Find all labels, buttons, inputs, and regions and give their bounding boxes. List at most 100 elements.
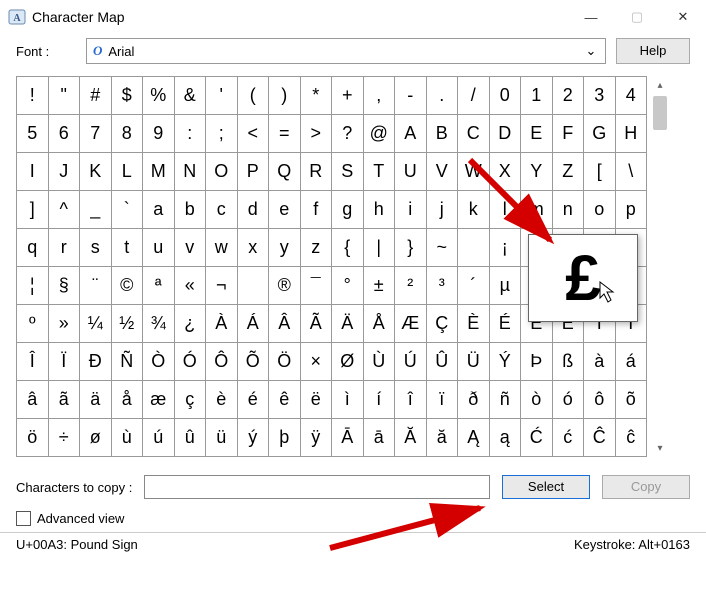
grid-cell[interactable]: o <box>584 191 616 229</box>
grid-cell[interactable]: í <box>364 381 396 419</box>
grid-cell[interactable]: Ð <box>80 343 112 381</box>
grid-cell[interactable]: ª <box>143 267 175 305</box>
grid-cell[interactable]: Ò <box>143 343 175 381</box>
grid-cell[interactable]: Ú <box>395 343 427 381</box>
grid-cell[interactable]: µ <box>490 267 522 305</box>
grid-cell[interactable]: [ <box>584 153 616 191</box>
grid-cell[interactable]: % <box>143 77 175 115</box>
grid-cell[interactable]: Æ <box>395 305 427 343</box>
grid-cell[interactable]: ÿ <box>301 419 333 457</box>
grid-cell[interactable]: ¬ <box>206 267 238 305</box>
grid-cell[interactable]: Ĉ <box>584 419 616 457</box>
grid-cell[interactable]: Ñ <box>112 343 144 381</box>
grid-cell[interactable]: Û <box>427 343 459 381</box>
scroll-up-icon[interactable]: ▴ <box>651 76 669 94</box>
grid-cell[interactable]: 7 <box>80 115 112 153</box>
grid-cell[interactable]: © <box>112 267 144 305</box>
grid-cell[interactable]: > <box>301 115 333 153</box>
grid-cell[interactable]: z <box>301 229 333 267</box>
grid-cell[interactable]: m <box>521 191 553 229</box>
grid-cell[interactable]: - <box>395 77 427 115</box>
grid-cell[interactable]: O <box>206 153 238 191</box>
grid-cell[interactable]: ¨ <box>80 267 112 305</box>
grid-cell[interactable]: ¾ <box>143 305 175 343</box>
grid-cell[interactable]: ² <box>395 267 427 305</box>
grid-cell[interactable]: É <box>490 305 522 343</box>
grid-cell[interactable]: ? <box>332 115 364 153</box>
grid-cell[interactable]: Î <box>17 343 49 381</box>
grid-cell[interactable]: ð <box>458 381 490 419</box>
grid-cell[interactable]: y <box>269 229 301 267</box>
grid-cell[interactable]: q <box>17 229 49 267</box>
grid-cell[interactable]: N <box>175 153 207 191</box>
grid-cell[interactable]: ½ <box>112 305 144 343</box>
grid-cell[interactable]: Ï <box>49 343 81 381</box>
grid-cell[interactable]: ā <box>364 419 396 457</box>
grid-cell[interactable]: ô <box>584 381 616 419</box>
grid-cell[interactable]: Ù <box>364 343 396 381</box>
grid-cell[interactable]: I <box>17 153 49 191</box>
grid-cell[interactable] <box>458 229 490 267</box>
grid-cell[interactable]: ) <box>269 77 301 115</box>
grid-cell[interactable]: J <box>49 153 81 191</box>
grid-cell[interactable]: õ <box>616 381 648 419</box>
grid-cell[interactable]: Ô <box>206 343 238 381</box>
grid-cell[interactable]: È <box>458 305 490 343</box>
grid-cell[interactable]: ó <box>553 381 585 419</box>
close-button[interactable]: ✕ <box>660 0 706 34</box>
grid-cell[interactable]: V <box>427 153 459 191</box>
grid-cell[interactable]: ä <box>80 381 112 419</box>
grid-cell[interactable]: Ă <box>395 419 427 457</box>
grid-cell[interactable]: â <box>17 381 49 419</box>
font-select[interactable]: O Arial ⌄ <box>86 38 606 64</box>
grid-cell[interactable]: é <box>238 381 270 419</box>
grid-cell[interactable]: Ç <box>427 305 459 343</box>
grid-cell[interactable]: c <box>206 191 238 229</box>
grid-cell[interactable]: u <box>143 229 175 267</box>
scroll-down-icon[interactable]: ▾ <box>651 439 669 457</box>
grid-cell[interactable]: S <box>332 153 364 191</box>
grid-cell[interactable]: r <box>49 229 81 267</box>
grid-cell[interactable]: / <box>458 77 490 115</box>
grid-cell[interactable]: i <box>395 191 427 229</box>
grid-cell[interactable]: ì <box>332 381 364 419</box>
grid-cell[interactable]: g <box>332 191 364 229</box>
grid-cell[interactable]: » <box>49 305 81 343</box>
grid-cell[interactable]: î <box>395 381 427 419</box>
grid-cell[interactable]: Ã <box>301 305 333 343</box>
grid-cell[interactable]: Q <box>269 153 301 191</box>
grid-cell[interactable]: l <box>490 191 522 229</box>
grid-cell[interactable]: ã <box>49 381 81 419</box>
grid-cell[interactable]: ! <box>17 77 49 115</box>
grid-cell[interactable]: ï <box>427 381 459 419</box>
grid-cell[interactable]: ą <box>490 419 522 457</box>
grid-cell[interactable]: ß <box>553 343 585 381</box>
grid-cell[interactable]: H <box>616 115 648 153</box>
grid-cell[interactable]: ç <box>175 381 207 419</box>
grid-cell[interactable]: Z <box>553 153 585 191</box>
grid-cell[interactable]: ć <box>553 419 585 457</box>
grid-cell[interactable]: D <box>490 115 522 153</box>
grid-cell[interactable]: } <box>395 229 427 267</box>
grid-cell[interactable]: # <box>80 77 112 115</box>
grid-cell[interactable]: v <box>175 229 207 267</box>
grid-cell[interactable]: À <box>206 305 238 343</box>
grid-cell[interactable]: P <box>238 153 270 191</box>
grid-cell[interactable]: Ö <box>269 343 301 381</box>
grid-cell[interactable]: ú <box>143 419 175 457</box>
grid-cell[interactable]: A <box>395 115 427 153</box>
grid-cell[interactable]: Ý <box>490 343 522 381</box>
grid-cell[interactable]: 0 <box>490 77 522 115</box>
grid-cell[interactable]: ø <box>80 419 112 457</box>
grid-cell[interactable]: Y <box>521 153 553 191</box>
grid-cell[interactable]: ¡ <box>490 229 522 267</box>
grid-cell[interactable]: ¯ <box>301 267 333 305</box>
grid-cell[interactable]: \ <box>616 153 648 191</box>
grid-cell[interactable]: T <box>364 153 396 191</box>
grid-cell[interactable]: Å <box>364 305 396 343</box>
grid-cell[interactable]: | <box>364 229 396 267</box>
grid-cell[interactable]: ; <box>206 115 238 153</box>
select-button[interactable]: Select <box>502 475 590 499</box>
grid-cell[interactable]: á <box>616 343 648 381</box>
grid-cell[interactable]: ´ <box>458 267 490 305</box>
